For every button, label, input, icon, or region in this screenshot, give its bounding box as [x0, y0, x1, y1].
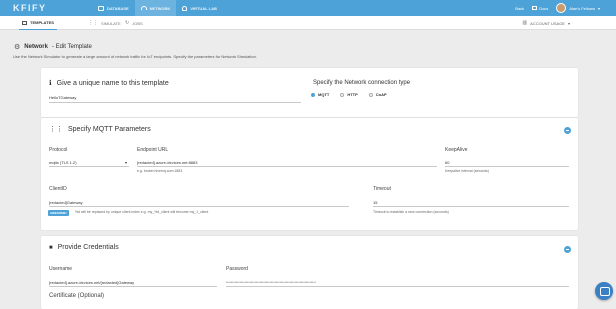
tab-templates-label: TEMPLATES: [30, 20, 54, 25]
clientid-underline: [49, 206, 349, 207]
radio-mqtt-dot: [311, 92, 315, 97]
radio-http-dot: [340, 92, 345, 97]
chevron-down-icon: ▾: [567, 20, 570, 26]
collapse-credentials-button[interactable]: [564, 246, 571, 253]
mqtt-parameters-title: ⋮⋮ Specify MQTT Parameters: [49, 125, 151, 134]
lock-icon: ■: [49, 244, 53, 251]
template-name-card: ℹ Give a unique name to this template He…: [41, 68, 578, 117]
gear-icon: ⚙: [14, 44, 21, 51]
awesome-badge: AWESOME!: [48, 210, 69, 216]
docs-link[interactable]: Docs: [532, 6, 548, 11]
grid-icon: ⋮⋮: [88, 20, 98, 26]
mqtt-parameters-heading: Specify MQTT Parameters: [68, 125, 151, 133]
timeout-input[interactable]: 15: [373, 200, 377, 205]
endpoint-label: Endpoint URL: [137, 147, 169, 153]
timeout-label: Timeout: [373, 186, 391, 192]
chevron-down-icon[interactable]: ▾: [125, 160, 127, 165]
back-link[interactable]: Back: [515, 6, 524, 11]
clientid-hint: %d will be replaced by unique client ind…: [75, 210, 209, 214]
nav-network[interactable]: NETWORK: [134, 0, 177, 16]
refresh-icon: ↻: [125, 20, 130, 26]
account-usage-menu[interactable]: ▥ ACCOUNT USAGE ▾: [522, 16, 570, 30]
docs-icon: [532, 6, 538, 10]
protocol-select[interactable]: mqtts (TLS 1.2): [49, 160, 77, 165]
keepalive-underline: [445, 166, 569, 167]
chat-support-button[interactable]: [595, 282, 613, 300]
certificate-label: Certificate (Optional): [49, 293, 105, 299]
edit-icon: [22, 20, 27, 25]
docs-label: Docs: [539, 5, 549, 11]
endpoint-hint: e.g. broker.hivemq.com:1883: [137, 169, 183, 173]
radio-coap[interactable]: CoAP: [368, 92, 387, 97]
protocol-label: Protocol: [49, 147, 68, 153]
username-underline: [49, 286, 217, 287]
avatar: [556, 3, 567, 13]
radio-coap-label: CoAP: [375, 92, 387, 97]
page-title-main: Network: [24, 44, 48, 50]
keepalive-label: KeepAlive: [445, 147, 468, 153]
connection-type-title: Specify the Network connection type: [313, 80, 411, 86]
timeout-hint: Timeout to establish a new connection (s…: [373, 210, 449, 214]
keepalive-input[interactable]: 60: [445, 160, 449, 165]
tab-jobs-label: JOBS: [132, 20, 143, 26]
endpoint-underline: [137, 166, 437, 167]
clientid-input[interactable]: [redacted]Gateway: [49, 200, 83, 205]
nav-virtual-lab[interactable]: VIRTUAL LAB: [176, 0, 223, 16]
user-name: Alan's Fellowo: [569, 5, 595, 11]
password-underline: [226, 286, 569, 287]
radio-http-label: HTTP: [347, 92, 358, 97]
password-label: Password: [226, 266, 248, 272]
top-right-controls: Back Docs Alan's Fellowo ▾: [515, 0, 600, 16]
sliders-icon: ⋮⋮: [49, 126, 63, 133]
app-logo[interactable]: KFIFY: [13, 3, 47, 13]
page-title-rest: - Edit Template: [51, 44, 92, 50]
radio-coap-dot: [368, 92, 373, 97]
mqtt-parameters-card: ⋮⋮ Specify MQTT Parameters Protocol mqtt…: [41, 118, 578, 230]
username-label: Username: [49, 266, 73, 272]
template-name-input[interactable]: HelloTGateway: [49, 95, 76, 100]
template-name-heading: Give a unique name to this template: [56, 79, 169, 87]
page-title: ⚙ Network - Edit Template: [14, 43, 92, 51]
user-menu[interactable]: Alan's Fellowo ▾: [556, 3, 600, 13]
credentials-heading: Provide Credentials: [57, 244, 119, 251]
connection-type-radios: MQTT HTTP CoAP: [311, 92, 387, 97]
top-navigation-bar: KFIFY DATABASE NETWORK VIRTUAL LAB Back …: [0, 0, 616, 16]
nav-virtual-lab-label: VIRTUAL LAB: [190, 5, 217, 11]
radio-mqtt-label: MQTT: [318, 92, 330, 97]
nav-database[interactable]: DATABASE: [92, 0, 135, 16]
account-usage-label: ACCOUNT USAGE: [530, 20, 565, 26]
chevron-down-icon: ▾: [597, 5, 600, 11]
radio-http[interactable]: HTTP: [340, 92, 358, 97]
sub-navigation-bar: TEMPLATES ⋮⋮ SIMULATE ↻ JOBS ▥ ACCOUNT U…: [0, 16, 616, 30]
credentials-title: ■ Provide Credentials: [49, 244, 119, 251]
nav-network-label: NETWORK: [149, 5, 171, 11]
username-input[interactable]: [redacted].azure-devices.net/[redacted]G…: [49, 280, 134, 285]
clientid-label: ClientID: [49, 186, 67, 192]
tab-templates[interactable]: TEMPLATES: [19, 16, 57, 30]
credentials-card: ■ Provide Credentials Username [redacted…: [41, 236, 578, 309]
timeout-underline: [373, 206, 569, 207]
keepalive-hint: Keepalive interval (seconds): [445, 169, 489, 173]
radio-mqtt[interactable]: MQTT: [311, 92, 329, 97]
top-nav: DATABASE NETWORK VIRTUAL LAB: [92, 0, 223, 16]
info-icon: ℹ: [49, 80, 52, 87]
template-name-underline: [49, 102, 301, 103]
nav-database-label: DATABASE: [107, 5, 129, 11]
tab-simulate[interactable]: ⋮⋮ SIMULATE: [88, 16, 121, 30]
wifi-icon: [140, 6, 147, 10]
protocol-underline: [49, 166, 129, 167]
database-icon: [98, 5, 104, 11]
endpoint-input[interactable]: [redacted].azure-devices.net:8883: [137, 160, 197, 165]
template-name-title: ℹ Give a unique name to this template: [49, 79, 169, 88]
password-input[interactable]: ••••••••••••••••••••••••••••••••••••••••…: [226, 280, 316, 284]
collapse-mqtt-button[interactable]: [564, 127, 571, 134]
tab-simulate-label: SIMULATE: [101, 20, 121, 26]
chart-icon: ▥: [522, 20, 528, 26]
page-description: Use the Network Simulator to generate a …: [13, 54, 257, 59]
person-icon: [182, 5, 188, 11]
tab-jobs[interactable]: ↻ JOBS: [125, 16, 143, 30]
